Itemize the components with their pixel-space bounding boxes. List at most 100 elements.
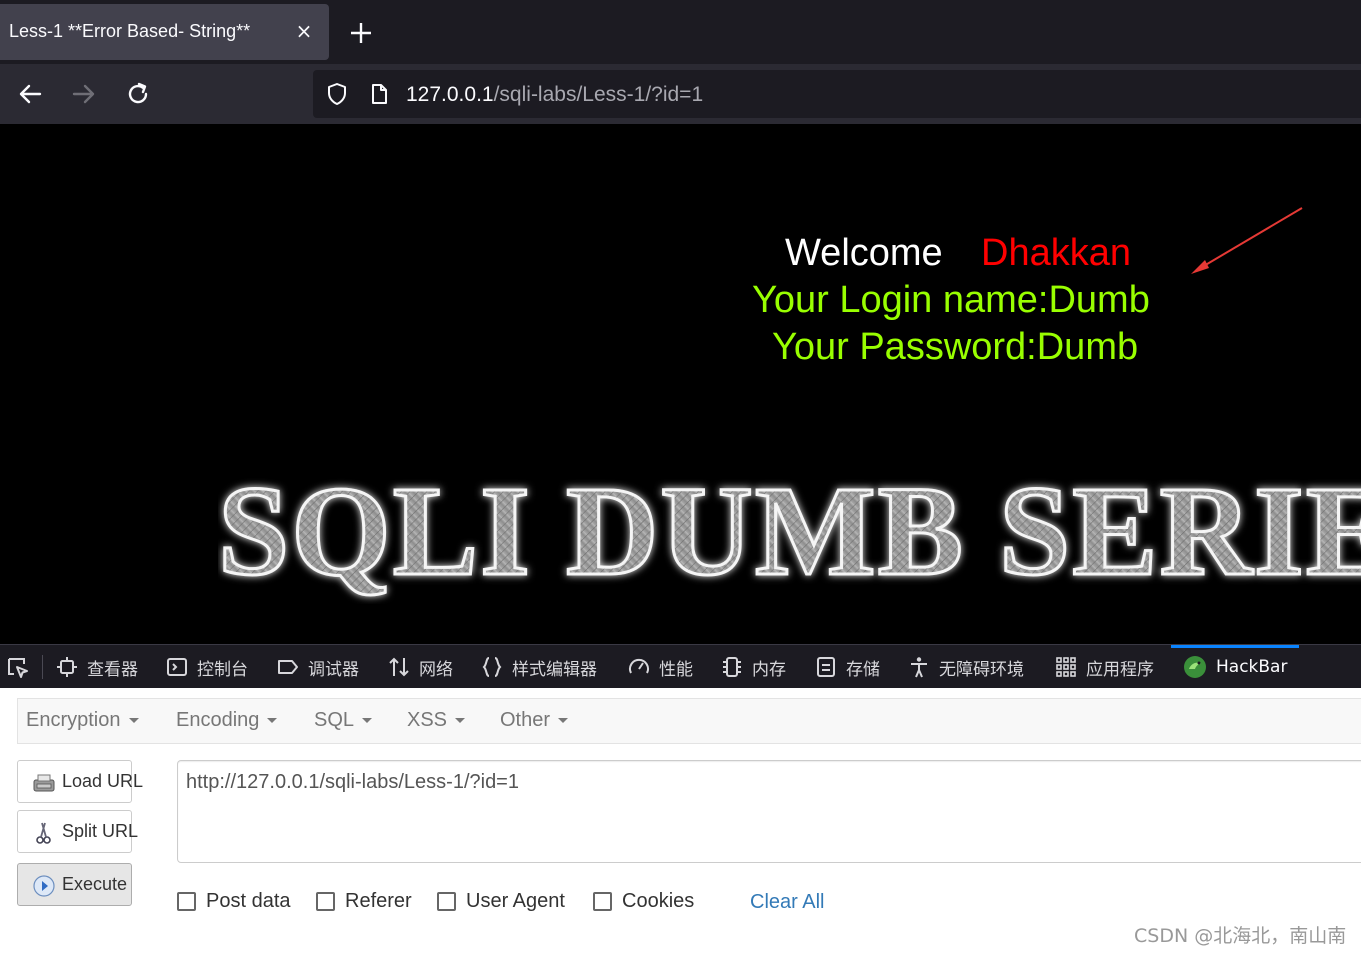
- tab-accessibility[interactable]: 无障碍环境: [908, 645, 1024, 689]
- reload-icon[interactable]: [124, 80, 152, 108]
- checkbox-label: Post data: [206, 890, 291, 912]
- menu-label: XSS: [407, 709, 448, 731]
- application-icon: [1056, 657, 1076, 677]
- url-text[interactable]: 127.0.0.1/sqli-labs/Less-1/?id=1: [406, 83, 703, 107]
- button-label: Split URL: [62, 821, 139, 841]
- caret-down-icon: [455, 718, 466, 724]
- tab-inspector[interactable]: 查看器: [56, 645, 138, 689]
- caret-down-icon: [558, 718, 569, 724]
- checkbox-box[interactable]: [593, 892, 612, 911]
- menu-other[interactable]: Other: [500, 709, 569, 732]
- navigation-toolbar: 127.0.0.1/sqli-labs/Less-1/?id=1: [0, 64, 1361, 124]
- page-icon[interactable]: [367, 82, 391, 106]
- tab-label: 控制台: [197, 659, 248, 680]
- tab-label: 网络: [419, 659, 453, 680]
- performance-icon: [629, 658, 649, 674]
- tab-title: Less-1 **Error Based- String**: [9, 21, 251, 41]
- checkbox-label: Referer: [345, 890, 412, 912]
- console-icon: [167, 658, 187, 676]
- checkbox-box[interactable]: [316, 892, 335, 911]
- tab-label: 调试器: [308, 659, 359, 680]
- tab-style-editor[interactable]: 样式编辑器: [481, 645, 597, 689]
- tab-close-button[interactable]: ×: [292, 19, 316, 43]
- tab-storage[interactable]: 存储: [815, 645, 880, 689]
- element-picker-icon[interactable]: [6, 656, 30, 680]
- menu-label: Encryption: [26, 709, 121, 731]
- tab-label: 应用程序: [1086, 659, 1154, 680]
- play-icon: [33, 875, 55, 897]
- password-text: Your Password:Dumb: [772, 326, 1139, 368]
- tab-label: 样式编辑器: [512, 659, 597, 680]
- user-agent-checkbox[interactable]: User Agent: [437, 890, 565, 913]
- tab-label: 存储: [846, 659, 880, 680]
- menu-label: Encoding: [176, 709, 260, 731]
- page-content: Welcome Dhakkan Your Login name:Dumb You…: [0, 124, 1361, 644]
- caret-down-icon: [362, 718, 373, 724]
- tab-network[interactable]: 网络: [388, 645, 453, 689]
- tab-debugger[interactable]: 调试器: [277, 645, 359, 689]
- devtools-toolbar: 查看器 控制台 调试器 网络 样式编辑器 性能 内存 存储 无障碍环境 应用程序…: [0, 644, 1361, 688]
- url-path: /sqli-labs/Less-1/?id=1: [493, 83, 704, 106]
- tab-label: HackBar: [1216, 657, 1288, 677]
- menu-label: Other: [500, 709, 551, 731]
- scissors-icon: [36, 822, 51, 844]
- url-host: 127.0.0.1: [406, 83, 494, 106]
- menu-label: SQL: [314, 709, 355, 731]
- toolbar-divider: [42, 655, 43, 679]
- annotation-arrow: [1191, 207, 1303, 274]
- menu-encryption[interactable]: Encryption: [26, 709, 139, 732]
- new-tab-icon[interactable]: [346, 18, 376, 48]
- tab-application[interactable]: 应用程序: [1055, 645, 1154, 689]
- banner-text: SQLI DUMB SERIES: [218, 460, 1361, 602]
- tab-label: 性能: [659, 659, 693, 680]
- checkbox-box[interactable]: [437, 892, 456, 911]
- cookies-checkbox[interactable]: Cookies: [593, 890, 694, 913]
- menu-encoding[interactable]: Encoding: [176, 709, 278, 732]
- referer-checkbox[interactable]: Referer: [316, 890, 412, 913]
- address-bar[interactable]: 127.0.0.1/sqli-labs/Less-1/?id=1: [313, 70, 1361, 118]
- tab-label: 内存: [752, 659, 786, 680]
- checkbox-label: User Agent: [466, 890, 565, 912]
- welcome-username: Dhakkan: [981, 232, 1131, 274]
- welcome-text: Welcome: [785, 232, 943, 274]
- caret-down-icon: [267, 718, 278, 724]
- execute-button[interactable]: Execute: [17, 863, 132, 906]
- inspector-icon: [57, 657, 77, 677]
- tab-console[interactable]: 控制台: [166, 645, 248, 689]
- browser-tab[interactable]: Less-1 **Error Based- String** ×: [0, 4, 329, 60]
- button-label: Load URL: [62, 771, 144, 791]
- post-data-checkbox[interactable]: Post data: [177, 890, 291, 913]
- checkbox-label: Cookies: [622, 890, 695, 912]
- load-url-button[interactable]: Load URL: [17, 760, 143, 803]
- url-textarea[interactable]: http://127.0.0.1/sqli-labs/Less-1/?id=1: [177, 760, 1361, 863]
- load-url-icon: [33, 774, 55, 792]
- menu-xss[interactable]: XSS: [407, 709, 466, 732]
- hackbar-icon: [1184, 656, 1206, 678]
- forward-icon[interactable]: [70, 80, 98, 108]
- browser-tab-strip: Less-1 **Error Based- String** ×: [0, 0, 1361, 64]
- tab-performance[interactable]: 性能: [628, 645, 693, 689]
- split-url-button[interactable]: Split URL: [17, 810, 138, 853]
- storage-icon: [817, 657, 835, 677]
- tab-label: 无障碍环境: [939, 659, 1024, 680]
- style-editor-icon: [482, 657, 502, 677]
- memory-icon: [723, 657, 741, 677]
- back-icon[interactable]: [16, 80, 44, 108]
- checkbox-box[interactable]: [177, 892, 196, 911]
- menu-sql[interactable]: SQL: [314, 709, 373, 732]
- network-icon: [389, 657, 409, 677]
- tab-label: 查看器: [87, 659, 138, 680]
- login-name-text: Your Login name:Dumb: [752, 279, 1150, 321]
- hackbar-panel: Encryption Encoding SQL XSS Other Load U…: [0, 688, 1361, 953]
- clear-all-link[interactable]: Clear All: [750, 891, 824, 914]
- accessibility-icon: [911, 657, 927, 678]
- watermark: CSDN @北海北，南山南: [1134, 925, 1347, 947]
- button-label: Execute: [62, 874, 128, 894]
- tab-memory[interactable]: 内存: [721, 645, 786, 689]
- hackbar-menu: Encryption Encoding SQL XSS Other: [17, 698, 1361, 744]
- shield-icon[interactable]: [325, 82, 349, 106]
- caret-down-icon: [128, 718, 139, 724]
- tab-hackbar[interactable]: HackBar: [1183, 645, 1287, 689]
- sqli-dumb-series-banner: SQLI DUMB SERIES: [218, 459, 1361, 604]
- debugger-icon: [278, 660, 298, 674]
